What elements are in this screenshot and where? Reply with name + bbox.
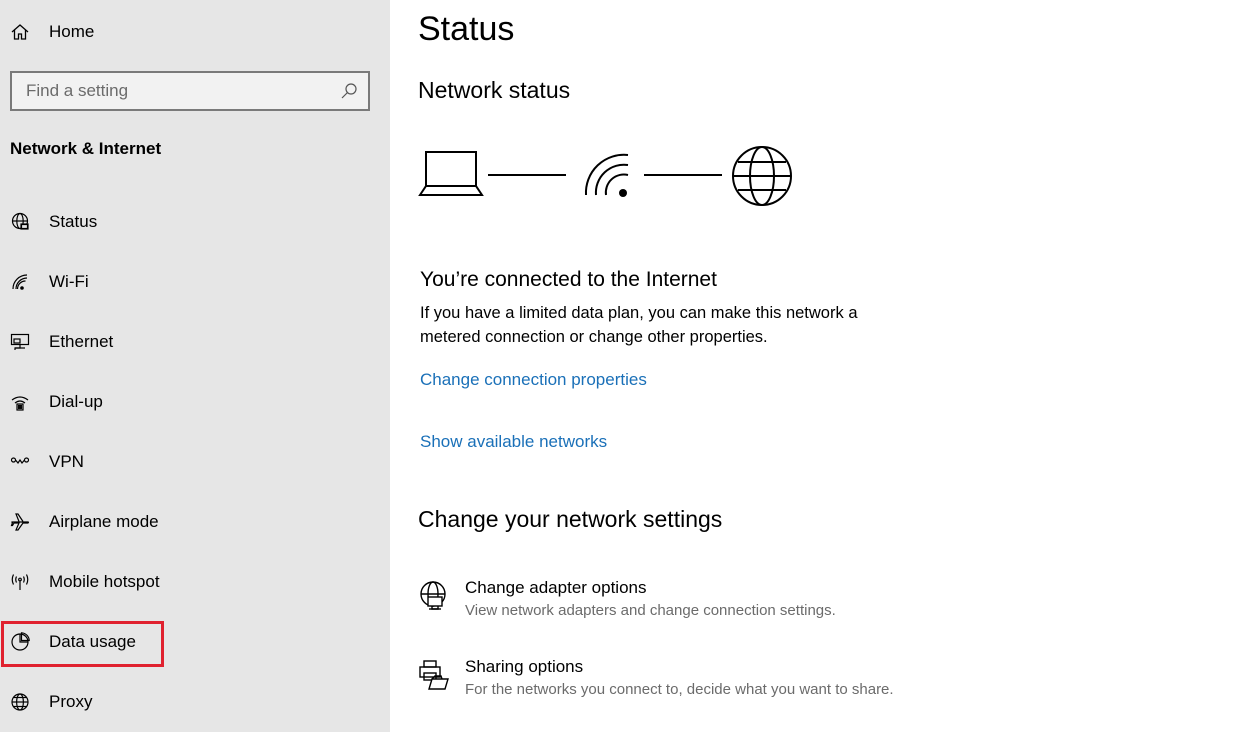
sidebar-item-data-usage[interactable]: Data usage (0, 622, 389, 662)
connected-heading: You’re connected to the Internet (420, 268, 717, 291)
change-adapter-options[interactable]: Change adapter options View network adap… (418, 578, 978, 624)
globe-icon (732, 146, 792, 206)
laptop-icon (418, 151, 484, 196)
page-title: Status (418, 10, 515, 48)
sidebar-item-mobile-hotspot[interactable]: Mobile hotspot (0, 562, 389, 602)
sidebar-item-proxy[interactable]: Proxy (0, 682, 389, 722)
option-title: Change adapter options (465, 578, 647, 597)
globe-icon (10, 692, 30, 712)
airplane-icon (10, 512, 30, 532)
section-title: Network & Internet (10, 139, 162, 158)
sidebar-item-label: Wi-Fi (49, 272, 89, 291)
sidebar-item-dialup[interactable]: Dial-up (0, 382, 389, 422)
sidebar-item-label: VPN (49, 452, 84, 471)
hotspot-icon (10, 572, 30, 592)
change-settings-heading: Change your network settings (418, 506, 723, 532)
sidebar-item-label: Data usage (49, 632, 136, 651)
search-icon[interactable] (340, 82, 358, 100)
sidebar-item-airplane-mode[interactable]: Airplane mode (0, 502, 389, 542)
sidebar: Home Network & Internet Status Wi-Fi Eth… (0, 0, 390, 732)
sidebar-item-wifi[interactable]: Wi-Fi (0, 262, 389, 302)
wifi-icon (10, 272, 30, 292)
change-connection-properties-link[interactable]: Change connection properties (420, 370, 647, 390)
home-nav-item[interactable]: Home (0, 12, 200, 52)
adapter-icon (418, 580, 450, 612)
wifi-icon (584, 153, 629, 197)
sidebar-item-status[interactable]: Status (0, 202, 389, 242)
sharing-icon (418, 659, 450, 691)
vpn-icon (10, 452, 30, 472)
sidebar-item-label: Airplane mode (49, 512, 159, 531)
option-description: For the networks you connect to, decide … (465, 681, 894, 698)
sidebar-item-label: Status (49, 212, 98, 231)
ethernet-icon (10, 332, 30, 352)
sidebar-item-label: Ethernet (49, 332, 114, 351)
search-box[interactable] (10, 71, 370, 111)
network-diagram (418, 140, 798, 212)
sidebar-item-label: Dial-up (49, 392, 103, 411)
sidebar-item-vpn[interactable]: VPN (0, 442, 389, 482)
sidebar-item-ethernet[interactable]: Ethernet (0, 322, 389, 362)
sidebar-item-label: Proxy (49, 692, 93, 711)
pie-chart-icon (10, 632, 30, 652)
globe-icon (10, 212, 30, 232)
home-icon (10, 22, 30, 42)
option-description: View network adapters and change connect… (465, 602, 836, 619)
sidebar-item-label: Mobile hotspot (49, 572, 160, 591)
home-label: Home (49, 22, 95, 41)
option-title: Sharing options (465, 657, 584, 676)
dialup-icon (10, 392, 30, 412)
network-status-heading: Network status (418, 77, 571, 103)
search-input[interactable] (12, 73, 332, 109)
connected-description: If you have a limited data plan, you can… (420, 304, 858, 346)
sharing-options[interactable]: Sharing options For the networks you con… (418, 657, 978, 703)
show-available-networks-link[interactable]: Show available networks (420, 432, 607, 452)
